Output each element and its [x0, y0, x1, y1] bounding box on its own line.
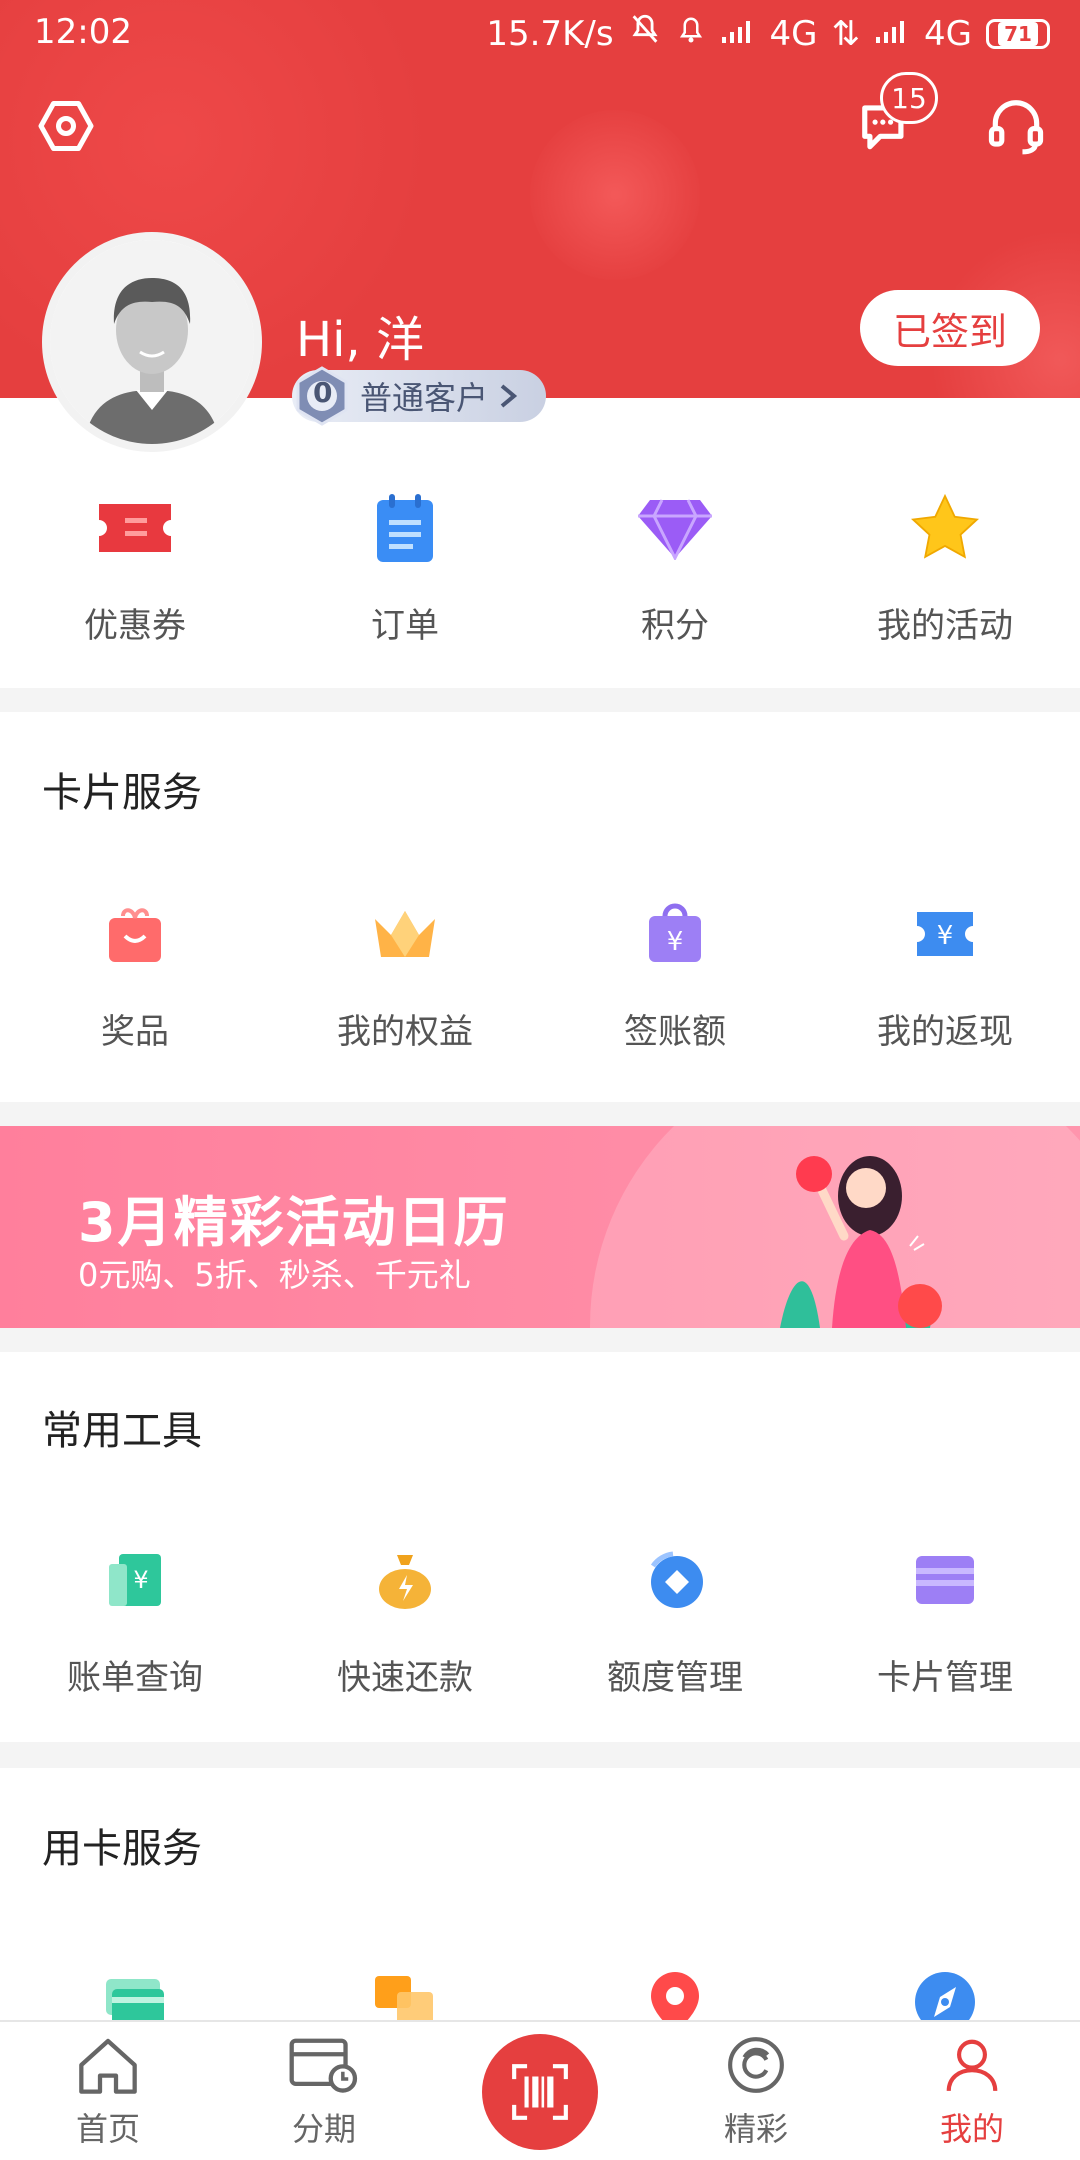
tab-discover[interactable]: 精彩: [648, 2022, 864, 2160]
svg-text:¥: ¥: [667, 927, 684, 957]
limit-icon: [633, 1538, 717, 1622]
tab-home[interactable]: 首页: [0, 2022, 216, 2160]
tab-label: 分期: [291, 2110, 356, 2148]
section-title: 卡片服务: [42, 770, 202, 816]
crown-icon: [363, 892, 447, 976]
tool-card-management[interactable]: 卡片管理: [810, 1538, 1080, 1699]
tab-installment[interactable]: 分期: [216, 2022, 432, 2160]
card-service-label: 签账额: [624, 1012, 726, 1052]
quick-action-label: 积分: [641, 606, 709, 646]
tab-label: 首页: [75, 2110, 140, 2148]
quick-action-label: 我的活动: [877, 606, 1013, 646]
card-service-benefits[interactable]: 我的权益: [270, 892, 540, 1053]
money-bag-icon: [363, 1538, 447, 1622]
customer-service-button[interactable]: [978, 90, 1054, 162]
gear-icon: [38, 101, 94, 151]
banner-subtitle: 0元购、5折、秒杀、千元礼: [78, 1256, 471, 1294]
installment-icon: [289, 2030, 359, 2100]
network-type-1: 4G: [769, 13, 818, 54]
section-title: 用卡服务: [42, 1826, 202, 1872]
home-icon: [73, 2030, 143, 2100]
scan-icon: [512, 2064, 568, 2120]
tab-label: 我的: [939, 2110, 1004, 2148]
tab-label: 精彩: [723, 2110, 788, 2148]
card-use-section: 用卡服务: [0, 1768, 1080, 2032]
tool-limit-management[interactable]: 额度管理: [540, 1538, 810, 1699]
status-bar: 12:02 15.7K/s 4G ⇅ 4G 71: [0, 0, 1080, 70]
banner-illustration-icon: [780, 1156, 942, 1328]
network-type-2: 4G: [924, 13, 972, 54]
bag-yen-icon: ¥: [633, 892, 717, 976]
status-time: 12:02: [34, 12, 132, 52]
avatar[interactable]: [42, 232, 262, 452]
quick-action-activities[interactable]: 我的活动: [810, 486, 1080, 647]
header-decoration: [530, 110, 700, 280]
card-service-label: 我的返现: [877, 1012, 1013, 1052]
level-label: 普通客户: [360, 379, 489, 417]
settings-button[interactable]: [30, 90, 102, 162]
card-service-label: 我的权益: [337, 1012, 473, 1052]
banner-title: 3月精彩活动日历: [78, 1191, 510, 1254]
tool-label: 卡片管理: [877, 1658, 1013, 1698]
ticket-yen-icon: ¥: [903, 892, 987, 976]
status-indicators: 15.7K/s 4G ⇅ 4G 71: [486, 12, 1050, 55]
star-icon: [903, 486, 987, 570]
signal-icon: [720, 14, 756, 54]
section-title: 常用工具: [42, 1408, 202, 1454]
profile-icon: [937, 2030, 1007, 2100]
signal-icon: [874, 14, 910, 54]
bill-icon: ¥: [93, 1538, 177, 1622]
card-wallet-icon: [903, 1538, 987, 1622]
user-avatar-icon: [50, 240, 254, 444]
card-services-section: 卡片服务 奖品 我的权益 ¥ 签账额 ¥ 我的返现: [0, 712, 1080, 1102]
bell-icon: [676, 14, 706, 54]
tool-label: 额度管理: [607, 1658, 743, 1698]
headset-icon: [988, 100, 1044, 155]
card-service-cashback[interactable]: ¥ 我的返现: [810, 892, 1080, 1053]
gift-icon: [93, 892, 177, 976]
quick-action-points[interactable]: 积分: [540, 486, 810, 647]
tool-label: 快速还款: [337, 1658, 473, 1698]
message-count-badge: 15: [880, 72, 938, 124]
tool-bill-query[interactable]: ¥ 账单查询: [0, 1538, 270, 1699]
quick-actions-grid: 优惠券 订单 积分 我的活动: [0, 486, 1080, 647]
card-service-label: 奖品: [101, 1012, 169, 1052]
greeting-text: Hi, 洋: [296, 312, 424, 368]
tool-quick-repay[interactable]: 快速还款: [270, 1538, 540, 1699]
card-services-grid: 奖品 我的权益 ¥ 签账额 ¥ 我的返现: [0, 892, 1080, 1053]
promo-banner[interactable]: 3月精彩活动日历 0元购、5折、秒杀、千元礼: [0, 1126, 1080, 1328]
quick-action-order[interactable]: 订单: [270, 486, 540, 647]
tab-profile[interactable]: 我的: [864, 2022, 1080, 2160]
tools-grid: ¥ 账单查询 快速还款 额度管理 卡片管理: [0, 1538, 1080, 1699]
card-service-sign-amount[interactable]: ¥ 签账额: [540, 892, 810, 1053]
chevron-right-icon: [500, 384, 518, 408]
diamond-icon: [633, 486, 717, 570]
battery-icon: 71: [986, 18, 1050, 49]
scan-button[interactable]: [482, 2034, 598, 2150]
tools-section: 常用工具 ¥ 账单查询 快速还款 额度管理 卡片管理: [0, 1352, 1080, 1742]
data-arrows-icon: ⇅: [831, 13, 861, 54]
quick-action-coupon[interactable]: 优惠券: [0, 486, 270, 647]
order-icon: [363, 486, 447, 570]
level-number: 0: [313, 376, 333, 409]
svg-text:¥: ¥: [937, 921, 954, 951]
discover-icon: [721, 2030, 791, 2100]
quick-action-label: 订单: [371, 606, 439, 646]
coupon-icon: [93, 486, 177, 570]
svg-text:¥: ¥: [133, 1566, 148, 1594]
signin-button[interactable]: 已签到: [860, 290, 1040, 366]
battery-level: 71: [998, 21, 1038, 46]
quick-action-label: 优惠券: [84, 606, 186, 646]
member-level-button[interactable]: 0 普通客户: [292, 366, 547, 426]
card-service-prize[interactable]: 奖品: [0, 892, 270, 1053]
tool-label: 账单查询: [67, 1658, 203, 1698]
network-speed: 15.7K/s: [486, 13, 614, 54]
mute-icon: [628, 12, 662, 55]
